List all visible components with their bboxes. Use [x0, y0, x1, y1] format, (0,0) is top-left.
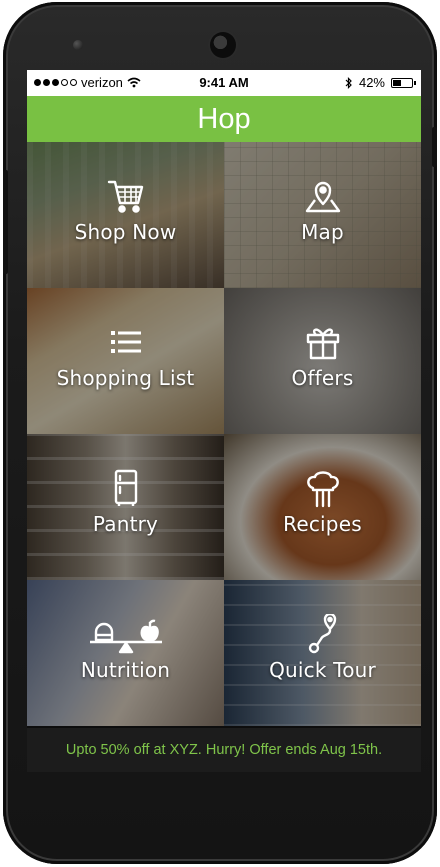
tile-label: Shopping List	[56, 366, 195, 390]
tile-label: Map	[301, 220, 344, 244]
power-button	[432, 127, 437, 167]
tile-nutrition[interactable]: Nutrition	[27, 580, 224, 726]
volume-button	[3, 170, 8, 274]
tile-map[interactable]: Map	[224, 142, 421, 288]
tile-label: Pantry	[92, 512, 159, 536]
balance-scale-icon	[27, 614, 224, 654]
route-icon	[224, 614, 421, 654]
tile-label: Shop Now	[74, 220, 177, 244]
tile-label: Nutrition	[80, 658, 171, 682]
gift-icon	[224, 322, 421, 362]
promo-banner[interactable]: Upto 50% off at XYZ. Hurry! Offer ends A…	[27, 728, 421, 772]
tile-label: Offers	[291, 366, 354, 390]
status-bar: verizon 9:41 AM 42%	[27, 70, 421, 96]
front-camera	[210, 32, 236, 58]
tile-label: Quick Tour	[269, 658, 376, 682]
tile-offers[interactable]: Offers	[224, 288, 421, 434]
tile-pantry[interactable]: Pantry	[27, 434, 224, 580]
chef-hat-icon	[224, 468, 421, 508]
app-title: Hop	[27, 96, 421, 142]
proximity-sensor	[73, 40, 83, 50]
tile-recipes[interactable]: Recipes	[224, 434, 421, 580]
bluetooth-icon	[345, 76, 352, 89]
shopping-cart-icon	[27, 176, 224, 216]
phone-frame: verizon 9:41 AM 42% Hop Shop Now Map Sho…	[3, 2, 437, 864]
tile-shop-now[interactable]: Shop Now	[27, 142, 224, 288]
tile-quick-tour[interactable]: Quick Tour	[224, 580, 421, 726]
battery-percent: 42%	[358, 75, 385, 90]
screen: verizon 9:41 AM 42% Hop Shop Now Map Sho…	[27, 70, 421, 772]
tile-shopping-list[interactable]: Shopping List	[27, 288, 224, 434]
map-pin-icon	[224, 176, 421, 216]
list-icon	[27, 322, 224, 362]
battery-icon	[391, 77, 416, 88]
tile-label: Recipes	[283, 512, 362, 536]
menu-grid: Shop Now Map Shopping List Offers Pantry…	[27, 142, 421, 728]
fridge-icon	[27, 468, 224, 508]
